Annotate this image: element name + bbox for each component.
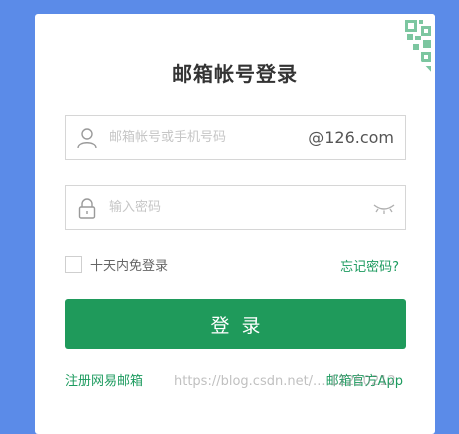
account-input[interactable] [109,116,299,159]
register-link[interactable]: 注册网易邮箱 [65,370,143,389]
password-input[interactable] [109,186,359,229]
remember-checkbox[interactable] [65,256,82,273]
login-card: 邮箱帐号登录 @126.com [35,14,435,434]
account-field[interactable]: @126.com [65,115,406,160]
user-icon [76,127,98,149]
domain-suffix: @126.com [308,128,394,147]
lock-icon [76,197,98,219]
eye-closed-icon[interactable] [372,200,396,216]
login-button[interactable]: 登录 [65,299,406,349]
forgot-password-link[interactable]: 忘记密码? [340,256,399,275]
official-app-link[interactable]: 邮箱官方App [326,370,403,389]
page-title: 邮箱帐号登录 [172,62,298,86]
password-field[interactable] [65,185,406,230]
remember-me[interactable]: 十天内免登录 [65,255,168,274]
remember-label: 十天内免登录 [90,259,169,274]
